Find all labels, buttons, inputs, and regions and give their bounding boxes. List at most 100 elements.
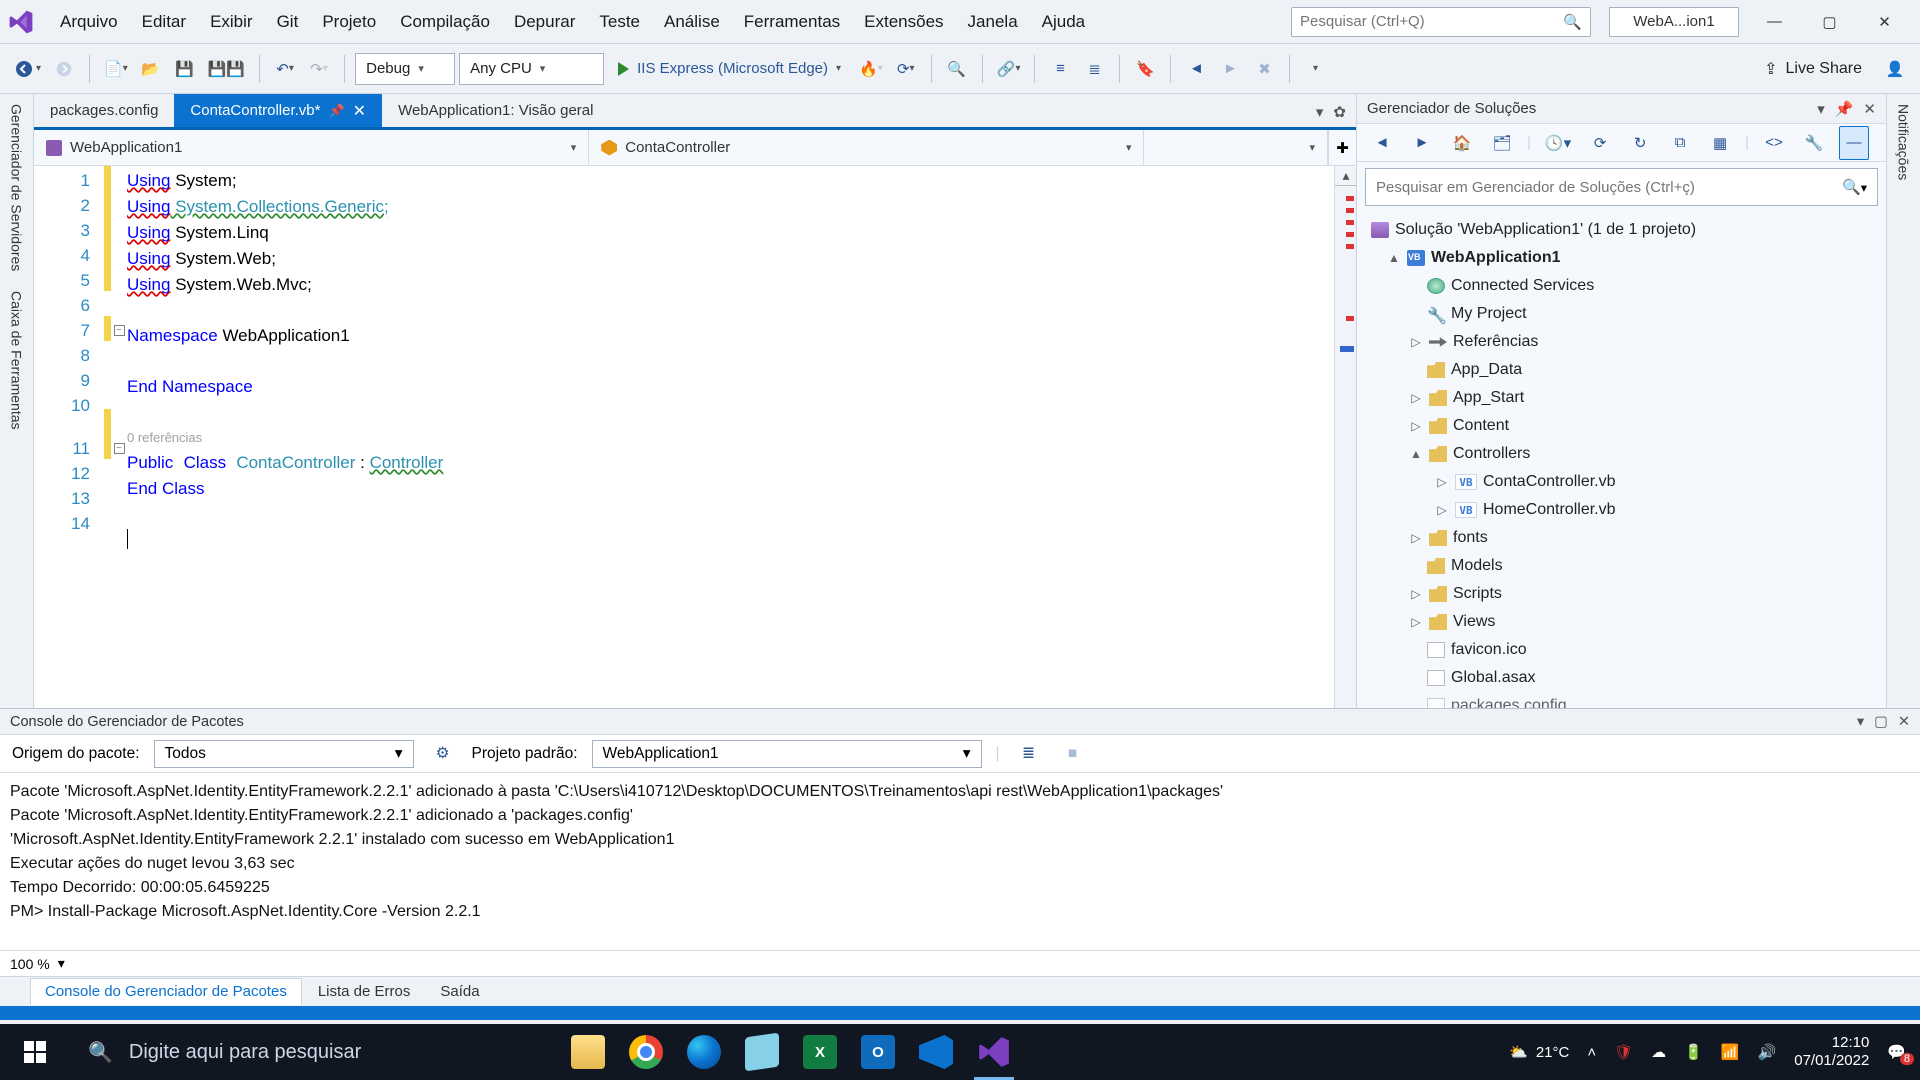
pmc-project-dropdown[interactable]: WebApplication1▾ <box>592 740 982 768</box>
pane-close-icon[interactable]: ✕ <box>1898 714 1910 730</box>
se-properties-button[interactable]: 🔧 <box>1799 126 1829 160</box>
se-collapse-button[interactable]: ⧉ <box>1665 126 1695 160</box>
tray-overflow-icon[interactable]: ˄ <box>1587 1044 1596 1061</box>
tree-appstart[interactable]: ▷App_Start <box>1357 384 1886 412</box>
menu-ajuda[interactable]: Ajuda <box>1030 6 1097 38</box>
se-code-button[interactable]: <> <box>1759 126 1789 160</box>
pane-dropdown-icon[interactable]: ▾ <box>1817 100 1825 118</box>
tree-scripts[interactable]: ▷Scripts <box>1357 580 1886 608</box>
pmc-output[interactable]: Pacote 'Microsoft.AspNet.Identity.Entity… <box>0 773 1920 950</box>
se-show-all-button[interactable]: ▦ <box>1705 126 1735 160</box>
nav-scope-dropdown[interactable]: WebApplication1▾ <box>34 130 589 165</box>
menu-projeto[interactable]: Projeto <box>310 6 388 38</box>
solution-config-dropdown[interactable]: Debug▾ <box>355 53 455 85</box>
pin-icon[interactable]: 📌 <box>328 103 344 119</box>
taskbar-search[interactable]: 🔍Digite aqui para pesquisar <box>70 1024 540 1080</box>
tree-packages-config[interactable]: packages.config <box>1357 692 1886 708</box>
notifications-tab[interactable]: Notificações <box>1896 104 1912 180</box>
find-in-files-button[interactable]: 🔍 <box>942 52 972 86</box>
menu-editar[interactable]: Editar <box>130 6 198 38</box>
se-preview-button[interactable]: — <box>1839 126 1869 160</box>
tray-notifications-icon[interactable]: 💬 <box>1887 1043 1906 1061</box>
bookmark-next-button[interactable]: ► <box>1215 52 1245 86</box>
tray-security-icon[interactable]: 🛡 <box>1614 1043 1633 1061</box>
tree-connected-services[interactable]: Connected Services <box>1357 272 1886 300</box>
tree-content[interactable]: ▷Content <box>1357 412 1886 440</box>
tree-global-asax[interactable]: Global.asax <box>1357 664 1886 692</box>
menu-extensoes[interactable]: Extensões <box>852 6 955 38</box>
tree-references[interactable]: ▷Referências <box>1357 328 1886 356</box>
redo-button[interactable]: ↷▾ <box>304 52 334 86</box>
window-options-icon[interactable]: ✿ <box>1333 103 1346 121</box>
tray-wifi-icon[interactable]: 📶 <box>1721 1043 1740 1061</box>
toolbar-overflow-button[interactable]: ▾ <box>1300 52 1330 86</box>
tab-overview[interactable]: WebApplication1: Visão geral <box>382 94 609 127</box>
taskbar-edge[interactable] <box>676 1024 732 1080</box>
pane-pin-icon[interactable]: 📌 <box>1835 100 1854 118</box>
menu-ferramentas[interactable]: Ferramentas <box>732 6 852 38</box>
tree-models[interactable]: Models <box>1357 552 1886 580</box>
solution-platform-dropdown[interactable]: Any CPU▾ <box>459 53 604 85</box>
tray-weather[interactable]: ⛅21°C <box>1509 1043 1569 1061</box>
se-sync-button[interactable]: ⟳ <box>1585 126 1615 160</box>
solution-explorer-search-input[interactable] <box>1376 179 1842 196</box>
tree-fonts[interactable]: ▷fonts <box>1357 524 1886 552</box>
tree-solution[interactable]: Solução 'WebApplication1' (1 de 1 projet… <box>1357 216 1886 244</box>
taskbar-visual-studio[interactable] <box>966 1024 1022 1080</box>
bookmark-clear-button[interactable]: ✖ <box>1249 52 1279 86</box>
pane-close-icon[interactable]: ✕ <box>1863 100 1876 118</box>
code-editor[interactable]: 12345678910 11121314 − − Using System; U… <box>34 166 1356 708</box>
start-button[interactable] <box>0 1024 70 1080</box>
taskbar-vscode[interactable] <box>908 1024 964 1080</box>
bookmark-prev-button[interactable]: ◄ <box>1181 52 1211 86</box>
close-tab-icon[interactable]: ✕ <box>353 101 366 121</box>
tree-contacontroller[interactable]: ▷VBContaController.vb <box>1357 468 1886 496</box>
nav-forward-button[interactable] <box>49 52 79 86</box>
toolbox-tab[interactable]: Caixa de Ferramentas <box>9 291 25 430</box>
tree-views[interactable]: ▷Views <box>1357 608 1886 636</box>
uncomment-button[interactable]: ≣ <box>1079 52 1109 86</box>
tree-appdata[interactable]: App_Data <box>1357 356 1886 384</box>
tooltab-output[interactable]: Saída <box>426 979 493 1004</box>
live-share-button[interactable]: ⇪Live Share <box>1750 59 1876 79</box>
pmc-zoom[interactable]: 100 %▾ <box>0 950 1920 976</box>
open-file-button[interactable]: 📂 <box>136 52 166 86</box>
pmc-list-button[interactable]: ≣ <box>1014 737 1044 771</box>
se-refresh-button[interactable]: ↻ <box>1625 126 1655 160</box>
taskbar-notepad[interactable] <box>734 1024 790 1080</box>
comment-button[interactable]: ≡ <box>1045 52 1075 86</box>
bookmark-toggle-button[interactable]: 🔖 <box>1130 52 1160 86</box>
tree-favicon[interactable]: favicon.ico <box>1357 636 1886 664</box>
nav-back-button[interactable]: ▾ <box>10 52 45 86</box>
se-switch-views-button[interactable]: 🗂 <box>1487 126 1517 160</box>
menu-exibir[interactable]: Exibir <box>198 6 265 38</box>
pane-dropdown-icon[interactable]: ▾ <box>1857 714 1864 730</box>
browser-link-button[interactable]: 🔗▾ <box>993 52 1025 86</box>
nav-class-dropdown[interactable]: ContaController▾ <box>589 130 1144 165</box>
start-debug-button[interactable]: IIS Express (Microsoft Edge)▾ <box>608 52 851 86</box>
split-view-button[interactable]: ✚ <box>1328 130 1356 165</box>
solution-name-display[interactable]: WebA...ion1 <box>1609 7 1739 37</box>
server-explorer-tab[interactable]: Gerenciador de Servidores <box>9 104 25 271</box>
menu-teste[interactable]: Teste <box>587 6 652 38</box>
taskbar-file-explorer[interactable] <box>560 1024 616 1080</box>
pmc-origin-dropdown[interactable]: Todos▾ <box>154 740 414 768</box>
tray-clock[interactable]: 12:1007/01/2022 <box>1794 1034 1869 1070</box>
menu-git[interactable]: Git <box>265 6 311 38</box>
code-text[interactable]: Using System; Using System.Collections.G… <box>127 166 1334 708</box>
tooltab-pmc[interactable]: Console do Gerenciador de Pacotes <box>30 978 302 1005</box>
vertical-scrollbar[interactable]: ▴ <box>1334 166 1356 708</box>
hot-reload-button[interactable]: 🔥▾ <box>855 52 887 86</box>
pmc-title-bar[interactable]: Console do Gerenciador de Pacotes ▾ ▢ ✕ <box>0 709 1920 735</box>
tab-packages-config[interactable]: packages.config <box>34 94 174 127</box>
taskbar-chrome[interactable] <box>618 1024 674 1080</box>
nav-member-dropdown[interactable]: ▾ <box>1144 130 1328 165</box>
taskbar-outlook[interactable]: O <box>850 1024 906 1080</box>
menu-compilacao[interactable]: Compilação <box>388 6 502 38</box>
tray-volume-icon[interactable]: 🔊 <box>1758 1043 1777 1061</box>
active-files-dropdown[interactable]: ▾ <box>1316 103 1324 121</box>
menu-analise[interactable]: Análise <box>652 6 732 38</box>
pane-maximize-icon[interactable]: ▢ <box>1874 714 1888 730</box>
taskbar-excel[interactable]: X <box>792 1024 848 1080</box>
window-minimize-button[interactable]: — <box>1747 3 1802 41</box>
